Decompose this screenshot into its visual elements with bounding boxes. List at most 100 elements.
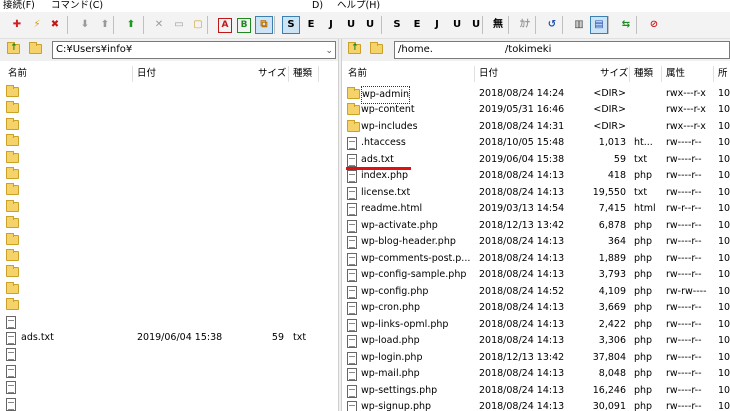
- connect-icon[interactable]: ✚: [8, 16, 26, 34]
- table-row[interactable]: wp-links-opml.php 2018/08/24 14:13 2,422 ph…: [342, 317, 730, 333]
- menu-command[interactable]: コマンド(C): [51, 0, 103, 11]
- table-row[interactable]: [0, 84, 338, 100]
- sjis-local-icon[interactable]: S: [388, 16, 406, 34]
- menu-connect[interactable]: 接続(F): [3, 0, 35, 11]
- parent-folder-icon[interactable]: ↑: [347, 42, 363, 57]
- table-row[interactable]: [0, 314, 338, 330]
- table-row[interactable]: [0, 166, 338, 182]
- table-row[interactable]: wp-config-sample.php 2018/08/24 14:13 3,79…: [342, 267, 730, 283]
- toolbar-glyph: ｶﾅ: [520, 19, 530, 30]
- quick-connect-icon[interactable]: ⚡: [28, 16, 46, 34]
- table-row[interactable]: wp-blog-header.php 2018/08/24 14:13 364 php…: [342, 234, 730, 250]
- remote-file-list[interactable]: 名前 日付 サイズ 種類 属性 所 wp-admin 2018/08/24 14:…: [342, 64, 730, 411]
- table-row[interactable]: [0, 297, 338, 313]
- col-owner[interactable]: 所: [718, 64, 728, 84]
- table-row[interactable]: wp-settings.php 2018/08/24 14:13 16,246 php…: [342, 383, 730, 399]
- table-row[interactable]: [0, 379, 338, 395]
- col-size[interactable]: サイズ: [258, 64, 286, 84]
- table-row[interactable]: [0, 199, 338, 215]
- mkdir-icon[interactable]: ▢: [189, 16, 207, 34]
- folder-icon: [6, 249, 19, 261]
- table-row[interactable]: wp-mail.php 2018/08/24 14:13 8,048 php rw---…: [342, 366, 730, 382]
- rename-icon[interactable]: ▭: [170, 16, 188, 34]
- file-icon: [347, 269, 357, 282]
- table-row[interactable]: [0, 232, 338, 248]
- sync-folder-icon[interactable]: ⇆: [617, 16, 635, 34]
- disconnect-icon[interactable]: ✖: [46, 16, 64, 34]
- col-kind[interactable]: 種類: [293, 64, 312, 84]
- utf8-local-icon[interactable]: U: [467, 16, 485, 34]
- table-row[interactable]: .htaccess 2018/10/05 15:48 1,013 ht... rw---…: [342, 135, 730, 151]
- table-row[interactable]: wp-login.php 2018/12/13 13:42 37,804 php rw-…: [342, 350, 730, 366]
- upload-icon[interactable]: ⬆: [96, 16, 114, 34]
- table-row[interactable]: [0, 346, 338, 362]
- kana-convert-icon[interactable]: ｶﾅ: [516, 16, 534, 34]
- col-date[interactable]: 日付: [137, 64, 156, 84]
- table-row[interactable]: wp-comments-post.p... 2018/08/24 14:13 1,8…: [342, 251, 730, 267]
- table-row[interactable]: wp-includes 2018/08/24 14:31 <DIR> rwx---r-…: [342, 119, 730, 135]
- local-path-input[interactable]: C:¥Users¥info¥ ⌄: [52, 41, 336, 59]
- table-row[interactable]: wp-admin 2018/08/24 14:24 <DIR> rwx---r-x 10: [342, 85, 730, 104]
- file-size: 3,669: [598, 302, 626, 313]
- utf8n-local-icon[interactable]: U: [448, 16, 466, 34]
- col-size[interactable]: サイズ: [600, 64, 628, 84]
- col-name[interactable]: 名前: [348, 64, 367, 84]
- table-row[interactable]: ads.txt 2019/06/04 15:38 59 txt rw----r-- 10: [342, 152, 730, 168]
- stop-icon[interactable]: ⊘: [645, 16, 663, 34]
- table-row[interactable]: [0, 281, 338, 297]
- table-row[interactable]: [0, 215, 338, 231]
- menu-partial[interactable]: D): [312, 0, 323, 11]
- table-row[interactable]: readme.html 2019/03/13 14:54 7,415 html rw-r…: [342, 201, 730, 217]
- col-attr[interactable]: 属性: [666, 64, 685, 84]
- table-row[interactable]: wp-content 2019/05/31 16:46 <DIR> rwx---r-x…: [342, 102, 730, 118]
- mirror-upload-icon[interactable]: ⬆: [122, 16, 140, 34]
- table-row[interactable]: wp-cron.php 2018/08/24 14:13 3,669 php rw---…: [342, 300, 730, 316]
- menu-help[interactable]: ヘルプ(H): [337, 0, 380, 11]
- chevron-down-icon[interactable]: ⌄: [325, 43, 333, 58]
- sjis-remote-icon[interactable]: S: [282, 16, 300, 34]
- table-row[interactable]: wp-signup.php 2018/08/24 14:13 30,091 php rw…: [342, 399, 730, 411]
- file-owner: 10: [718, 236, 730, 247]
- open-folder-icon[interactable]: [28, 42, 44, 57]
- ascii-mode-icon[interactable]: A: [216, 16, 234, 34]
- list-view-icon[interactable]: ▥: [570, 16, 588, 34]
- table-row[interactable]: ads.txt 2019/06/04 15:38 59 txt: [0, 330, 338, 346]
- file-name: readme.html: [361, 203, 423, 214]
- table-row[interactable]: wp-activate.php 2018/12/13 13:42 6,878 php r…: [342, 218, 730, 234]
- detail-view-icon[interactable]: ▤: [590, 16, 608, 34]
- col-name[interactable]: 名前: [8, 64, 27, 84]
- download-icon[interactable]: ⬇: [76, 16, 94, 34]
- col-date[interactable]: 日付: [479, 64, 498, 84]
- table-row[interactable]: [0, 363, 338, 379]
- file-kind: php: [634, 285, 653, 297]
- table-row[interactable]: license.txt 2018/08/24 14:13 19,550 txt rw--…: [342, 185, 730, 201]
- auto-mode-icon[interactable]: ⧉: [255, 16, 273, 34]
- delete-icon[interactable]: ✕: [150, 16, 168, 34]
- table-row[interactable]: [0, 182, 338, 198]
- file-size: 16,246: [592, 384, 626, 396]
- remote-path-input[interactable]: /home./tokimeki: [394, 41, 730, 59]
- col-kind[interactable]: 種類: [634, 64, 653, 84]
- table-row[interactable]: [0, 117, 338, 133]
- table-row[interactable]: [0, 264, 338, 280]
- utf8n-remote-icon[interactable]: U: [342, 16, 360, 34]
- utf8-remote-icon[interactable]: U: [361, 16, 379, 34]
- binary-mode-icon[interactable]: B: [235, 16, 253, 34]
- open-folder-icon[interactable]: [369, 42, 385, 57]
- table-row[interactable]: [0, 248, 338, 264]
- table-row[interactable]: [0, 100, 338, 116]
- table-row[interactable]: [0, 150, 338, 166]
- refresh-icon[interactable]: ↺: [543, 16, 561, 34]
- table-row[interactable]: [0, 396, 338, 411]
- parent-folder-icon[interactable]: ↑: [6, 42, 22, 57]
- no-convert-icon[interactable]: 無: [489, 16, 507, 34]
- table-row[interactable]: wp-load.php 2018/08/24 14:13 3,306 php rw---…: [342, 333, 730, 349]
- euc-remote-icon[interactable]: E: [302, 16, 320, 34]
- jis-remote-icon[interactable]: J: [322, 16, 340, 34]
- local-file-list[interactable]: 名前 日付 サイズ 種類 ads.txt 2019/06/04 15:38 59 tx…: [0, 64, 338, 411]
- jis-local-icon[interactable]: J: [428, 16, 446, 34]
- euc-local-icon[interactable]: E: [408, 16, 426, 34]
- table-row[interactable]: [0, 133, 338, 149]
- table-row[interactable]: wp-config.php 2018/08/24 14:52 4,109 php rw-…: [342, 284, 730, 300]
- table-row[interactable]: index.php 2018/08/24 14:13 418 php rw----r--…: [342, 168, 730, 184]
